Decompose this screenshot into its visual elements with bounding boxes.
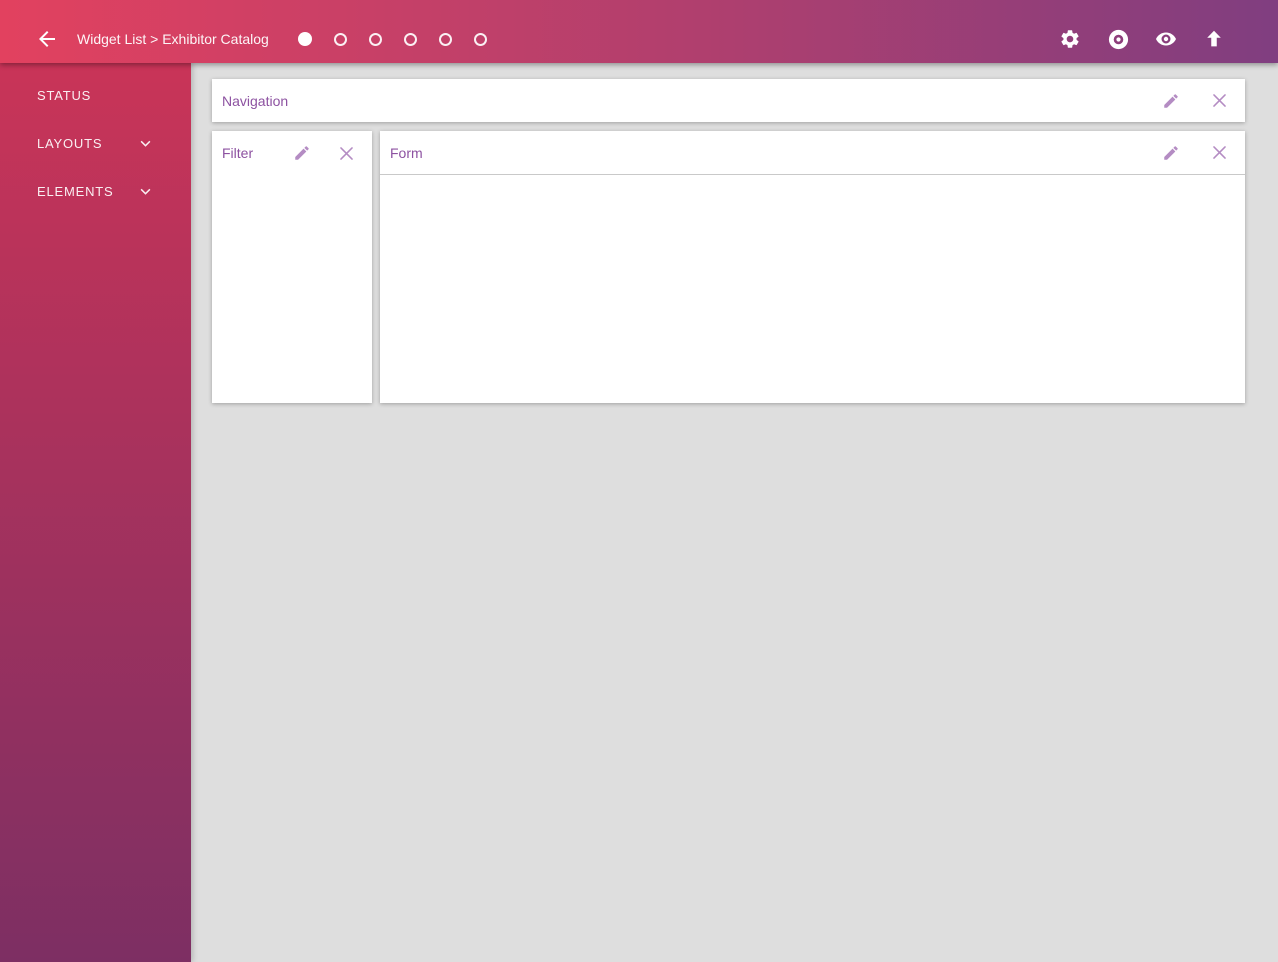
panel-header: Form xyxy=(380,131,1245,175)
main-content: Navigation Filter Form xyxy=(191,63,1278,962)
preview-button[interactable] xyxy=(1154,27,1178,51)
chevron-down-icon xyxy=(138,184,153,199)
pencil-icon xyxy=(293,144,311,162)
record-icon xyxy=(1107,28,1130,51)
step-dot-1[interactable] xyxy=(297,32,312,46)
pencil-icon xyxy=(1162,92,1180,110)
sidebar-item-layouts[interactable]: LAYOUTS xyxy=(0,119,191,167)
step-dot-3[interactable] xyxy=(368,32,382,46)
pencil-icon xyxy=(1162,144,1180,162)
eye-icon xyxy=(1154,27,1178,51)
settings-icon xyxy=(1059,28,1081,50)
upload-icon xyxy=(1203,28,1225,50)
panel-title: Filter xyxy=(222,145,254,161)
sidebar: STATUS LAYOUTS ELEMENTS xyxy=(0,63,191,962)
topbar: Widget List > Exhibitor Catalog xyxy=(0,0,1278,63)
close-icon xyxy=(1210,143,1229,162)
arrow-left-icon xyxy=(35,27,59,51)
edit-button[interactable] xyxy=(1159,141,1183,165)
panel-title: Navigation xyxy=(222,92,289,109)
edit-button[interactable] xyxy=(290,141,314,165)
close-icon xyxy=(1210,91,1229,110)
panel-actions xyxy=(1159,89,1231,113)
panel-title: Form xyxy=(390,144,423,161)
sidebar-item-elements[interactable]: ELEMENTS xyxy=(0,167,191,215)
edit-button[interactable] xyxy=(1159,89,1183,113)
sidebar-item-label: ELEMENTS xyxy=(37,183,114,199)
breadcrumb: Widget List > Exhibitor Catalog xyxy=(77,31,269,47)
back-button[interactable] xyxy=(35,27,59,51)
step-indicator xyxy=(297,32,487,46)
sidebar-item-status[interactable]: STATUS xyxy=(0,71,191,119)
sidebar-item-label: LAYOUTS xyxy=(37,135,103,151)
step-dot-6[interactable] xyxy=(473,32,487,46)
record-button[interactable] xyxy=(1106,27,1130,51)
step-dot-5[interactable] xyxy=(438,32,452,46)
chevron-down-icon xyxy=(138,136,153,151)
close-button[interactable] xyxy=(1207,141,1231,165)
panel-actions xyxy=(1159,141,1231,165)
panel-body xyxy=(380,175,1245,403)
publish-button[interactable] xyxy=(1202,27,1226,51)
panel-actions xyxy=(290,141,358,165)
panel-form: Form xyxy=(380,131,1245,403)
close-icon xyxy=(337,144,356,163)
settings-button[interactable] xyxy=(1058,27,1082,51)
widget-row: Filter Form xyxy=(212,131,1245,403)
panel-filter: Filter xyxy=(212,131,372,403)
topbar-actions xyxy=(1058,27,1226,51)
close-button[interactable] xyxy=(334,141,358,165)
sidebar-item-label: STATUS xyxy=(37,87,92,103)
step-dot-4[interactable] xyxy=(403,32,417,46)
panel-header: Filter xyxy=(212,131,372,175)
step-dot-2[interactable] xyxy=(333,32,347,46)
panel-navigation: Navigation xyxy=(212,79,1245,122)
close-button[interactable] xyxy=(1207,89,1231,113)
